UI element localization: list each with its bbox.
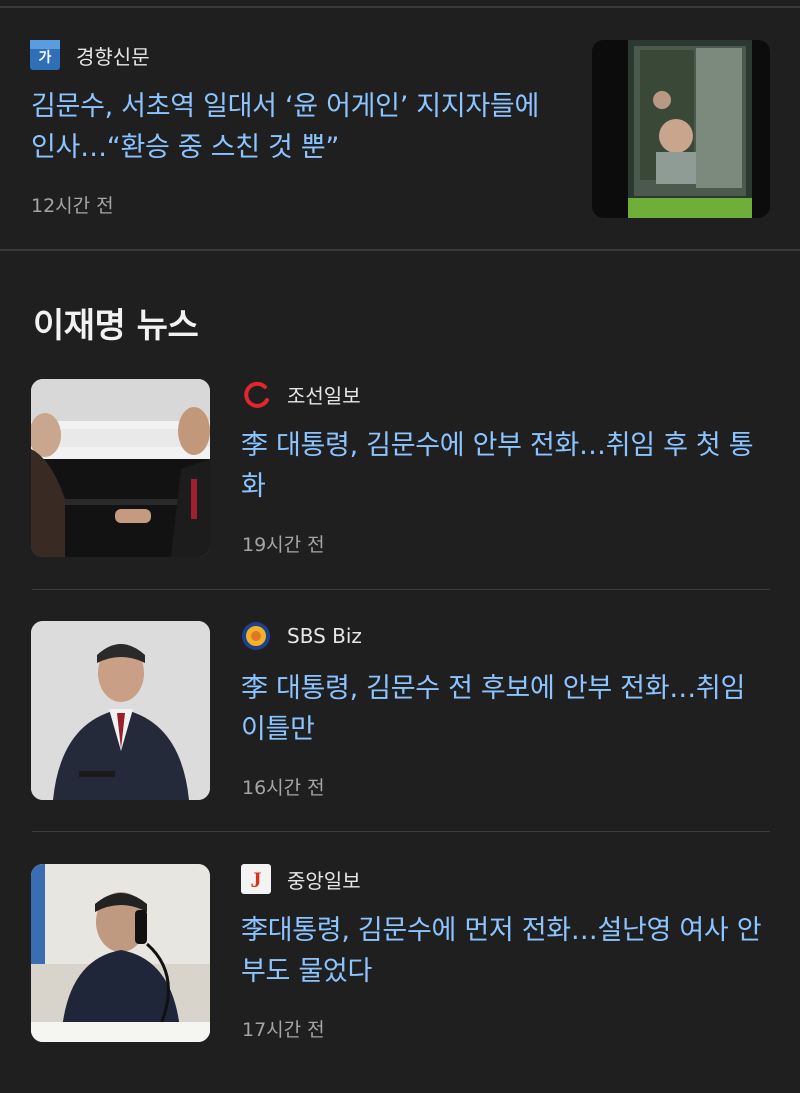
top-article-card[interactable]: 가 경향신문 김문수, 서초역 일대서 ‘윤 어게인’ 지지자들에 인사…“환승…	[0, 8, 800, 250]
joongang-logo-icon: J	[241, 864, 271, 894]
article-headline[interactable]: 李 대통령, 김문수에 안부 전화…취임 후 첫 통화	[241, 425, 776, 507]
svg-text:J: J	[251, 867, 262, 892]
source-name: 경향신문	[76, 44, 150, 69]
source-name: 중앙일보	[287, 868, 361, 893]
handshake-photo-icon	[31, 379, 210, 557]
article-time: 16시간 전	[242, 777, 325, 799]
article-thumbnail[interactable]	[31, 621, 210, 800]
chosun-logo-icon	[241, 379, 271, 409]
source-row: SBS Biz	[241, 621, 362, 651]
article-time: 19시간 전	[242, 534, 325, 556]
section-divider	[0, 249, 800, 251]
source-row: 가 경향신문	[30, 40, 150, 70]
man-in-suit-photo-icon	[31, 621, 210, 800]
article-thumbnail[interactable]	[592, 40, 770, 218]
kyunghyang-logo-icon: 가	[30, 40, 60, 70]
phone-call-photo-icon	[31, 864, 210, 1042]
article-headline[interactable]: 李대통령, 김문수에 먼저 전화…설난영 여사 안부도 물었다	[241, 910, 776, 992]
source-row: 조선일보	[241, 379, 361, 409]
article-thumbnail[interactable]	[31, 864, 210, 1042]
sbs-biz-logo-icon	[241, 621, 271, 651]
article-headline[interactable]: 김문수, 서초역 일대서 ‘윤 어게인’ 지지자들에 인사…“환승 중 스친 것…	[31, 86, 561, 168]
bus-window-photo-icon	[592, 40, 770, 218]
article-headline[interactable]: 李 대통령, 김문수 전 후보에 안부 전화…취임 이틀만	[241, 668, 776, 750]
source-row: J 중앙일보	[241, 864, 361, 894]
source-name: 조선일보	[287, 383, 361, 408]
article-time: 17시간 전	[242, 1019, 325, 1041]
item-divider	[32, 831, 770, 832]
source-name: SBS Biz	[287, 624, 362, 648]
article-thumbnail[interactable]	[31, 379, 210, 557]
svg-text:가: 가	[39, 49, 52, 65]
section-title: 이재명 뉴스	[33, 306, 199, 346]
article-time: 12시간 전	[31, 195, 114, 217]
item-divider	[32, 589, 770, 590]
